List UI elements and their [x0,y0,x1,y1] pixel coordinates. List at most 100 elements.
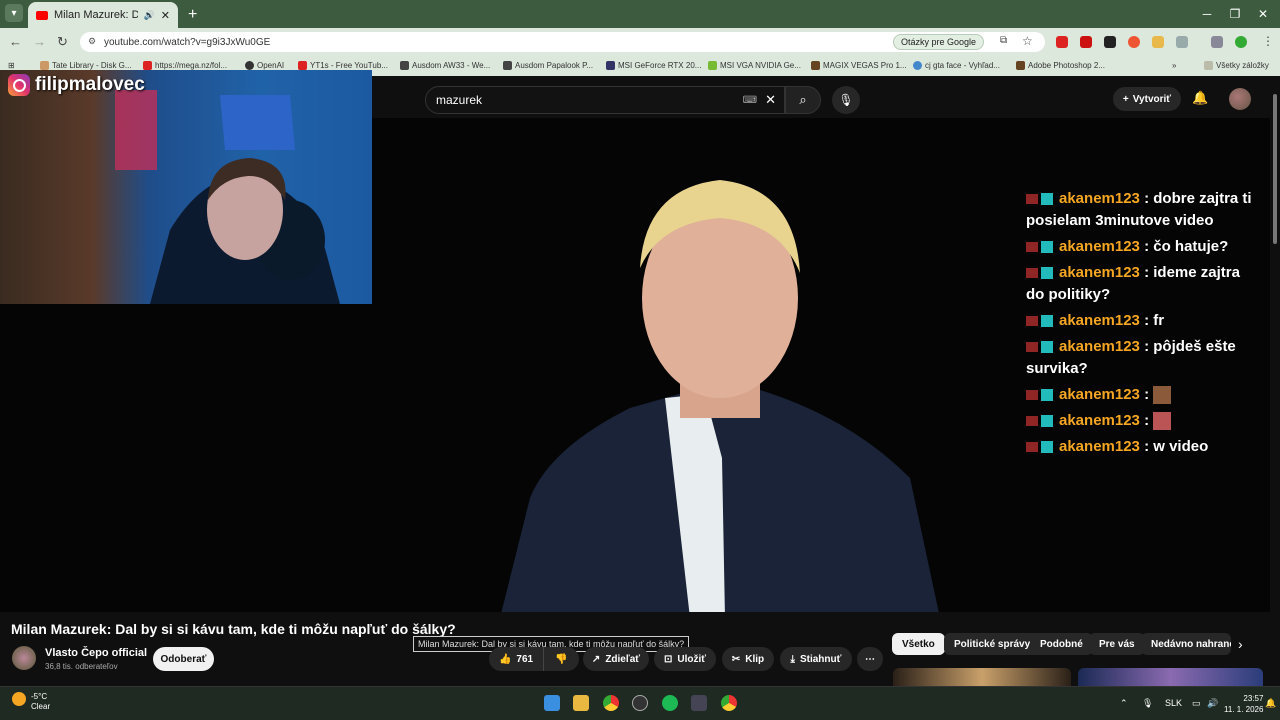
audio-icon[interactable]: 🔊 [144,10,155,21]
clear-search-icon[interactable]: ✕ [765,92,776,108]
download-button[interactable]: ⤓ Stiahnuť [780,647,852,671]
obs-icon[interactable] [632,695,648,711]
like-button[interactable]: 👍 761 [489,647,543,671]
page-scrollbar[interactable] [1270,80,1280,686]
bookmark-item[interactable]: cj gta face - Vyhľad... [913,61,1000,70]
chips-next-icon[interactable]: › [1238,636,1243,652]
install-icon[interactable]: ⧉ [1000,35,1007,46]
vegas-icon[interactable] [691,695,707,711]
pinterest-extension-icon[interactable] [1080,36,1092,48]
chip-recently-uploaded[interactable]: Nedávno nahrané [1141,633,1231,655]
tab-close-icon[interactable]: ✕ [161,9,170,22]
volume-icon[interactable]: 🔊 [1207,698,1218,709]
chat-badge-icon [1041,241,1053,254]
chip-for-you[interactable]: Pre vás [1089,633,1145,655]
more-bookmarks-icon[interactable]: » [1172,61,1176,70]
chat-message: akanem123 : dobre zajtra ti posielam 3mi… [1026,190,1252,229]
chat-badge-icon [1026,342,1038,353]
subscribe-button[interactable]: Odoberať [153,647,214,671]
bookmark-star-icon[interactable]: ☆ [1022,34,1033,48]
chat-badge-icon [1041,341,1053,354]
recommended-thumbnail[interactable] [1078,668,1263,686]
network-icon[interactable]: ▭ [1192,698,1201,709]
more-actions-button[interactable]: ⋯ [857,647,883,671]
close-window-button[interactable]: ✕ [1246,0,1280,28]
chrome-profile-icon[interactable] [721,695,737,711]
chat-badge-icon [1041,193,1053,206]
bookmark-item[interactable]: Tate Library - Disk G... [40,61,132,70]
media-control-icon[interactable] [1211,36,1223,48]
plus-icon: + [1122,93,1129,105]
tray-overflow-icon[interactable]: ⌃ [1120,698,1128,709]
google-questions-chip[interactable]: Otázky pre Google [893,34,985,50]
site-info-icon[interactable]: ⚙ [88,36,96,47]
bookmark-item[interactable]: YT1s - Free YouTub... [298,61,388,70]
bookmark-item[interactable]: Ausdom Papalook P... [503,61,593,70]
voice-search-button[interactable]: 🎙 [832,86,860,114]
file-explorer-icon[interactable] [573,695,589,711]
weather-widget[interactable]: -5°C Clear [12,692,50,711]
create-button[interactable]: + Vytvoriť [1113,87,1181,111]
browser-menu-icon[interactable]: ⋮ [1262,34,1274,48]
start-menu-icon[interactable] [544,695,560,711]
scrollbar-thumb[interactable] [1273,94,1277,244]
save-button[interactable]: ⊡ Uložiť [654,647,716,671]
new-tab-button[interactable]: + [188,6,197,24]
reload-icon[interactable]: ↻ [57,34,68,50]
bookmark-item[interactable]: Adobe Photoshop 2... [1016,61,1105,70]
tab-search-button[interactable]: ▾ [5,4,23,22]
chrome-icon[interactable] [603,695,619,711]
dark-extension-icon[interactable] [1104,36,1116,48]
bookmark-item[interactable]: MSI VGA NVIDIA Ge... [708,61,801,70]
bookmark-item[interactable]: OpenAI [245,61,284,70]
chip-political-news[interactable]: Politické správy [944,633,1041,655]
search-icon: ⌕ [799,92,807,107]
chat-badge-icon [1026,390,1038,401]
bookmark-item[interactable]: MSI GeForce RTX 20... [606,61,701,70]
bookmark-item[interactable]: Ausdom AW33 - We... [400,61,490,70]
opera-extension-icon[interactable] [1056,36,1068,48]
chip-all[interactable]: Všetko [892,633,945,655]
channel-name[interactable]: Vlasto Čepo official [45,647,147,659]
dislike-button[interactable]: 👎 [543,647,579,671]
forward-icon[interactable]: → [33,34,46,49]
chat-badge-icon [1041,315,1053,328]
search-input[interactable]: mazurek ⌨ ✕ [425,86,785,114]
scissors-icon: ✂ [731,653,741,665]
notifications-bell-icon[interactable]: 🔔 [1192,90,1208,106]
search-button[interactable]: ⌕ [785,86,821,114]
microphone-tray-icon[interactable]: 🎙 [1142,698,1153,709]
back-icon[interactable]: ← [9,34,22,49]
profile-icon[interactable] [1235,36,1247,48]
recommended-thumbnail[interactable] [893,668,1071,686]
channel-avatar[interactable] [12,646,36,670]
bookmark-item[interactable]: MAGIX VEGAS Pro 1... [811,61,907,70]
orange-extension-icon[interactable] [1128,36,1140,48]
share-button[interactable]: ↗ Zdieľať [583,647,649,671]
all-bookmarks-folder[interactable]: Všetky záložky [1204,61,1269,70]
weather-sun-icon [12,692,26,706]
tab-title: Milan Mazurek: Dal by si s [54,9,138,21]
chat-message: akanem123 : [1026,410,1262,432]
account-avatar[interactable] [1229,88,1251,110]
active-tab[interactable]: Milan Mazurek: Dal by si s 🔊 ✕ [28,2,178,28]
thumbs-up-icon: 👍 [498,653,512,665]
clip-button[interactable]: ✂ Klip [722,647,774,671]
notification-bell-icon[interactable]: 🔔 [1265,698,1276,709]
keyboard-icon[interactable]: ⌨ [743,95,757,106]
yellow-extension-icon[interactable] [1152,36,1164,48]
bookmark-item[interactable]: https://mega.nz/fol... [143,61,227,70]
apps-icon[interactable]: ⊞ [8,61,15,70]
subscriber-count: 36,8 tis. odberateľov [45,662,118,671]
chat-message: akanem123 : pôjdeš ešte survika? [1026,338,1236,377]
download-icon: ⤓ [790,653,795,665]
language-indicator[interactable]: SLK [1165,698,1182,708]
webcam-scene [115,90,340,304]
extensions-puzzle-icon[interactable] [1176,36,1188,48]
chip-similar[interactable]: Podobné [1030,633,1093,655]
spotify-icon[interactable] [662,695,678,711]
chat-badge-icon [1041,415,1053,428]
stream-chat-overlay: akanem123 : dobre zajtra ti posielam 3mi… [1026,188,1262,462]
system-clock[interactable]: 23:57 11. 1. 2026 [1224,693,1263,715]
youtube-favicon-icon [36,10,48,20]
